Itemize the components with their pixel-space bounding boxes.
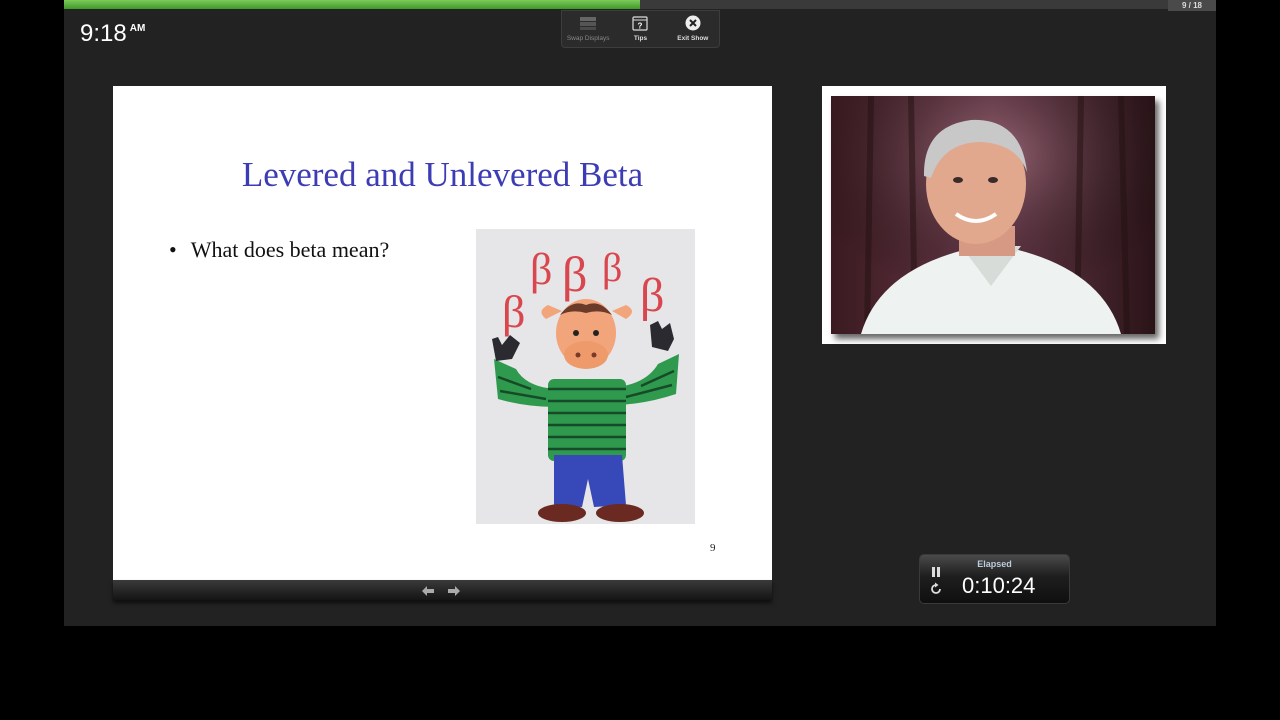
reset-icon[interactable] — [929, 582, 943, 596]
pause-icon[interactable] — [930, 565, 942, 577]
svg-text:?: ? — [638, 21, 643, 30]
svg-text:β: β — [602, 245, 622, 290]
presenter-display: 9 / 18 9:18 AM Swap Displays ? Tips Exit … — [64, 0, 1216, 626]
timer-label: Elapsed — [977, 559, 1012, 569]
bullet-text: What does beta mean? — [190, 237, 390, 262]
svg-text:β: β — [530, 245, 552, 294]
swap-displays-label: Swap Displays — [566, 35, 610, 42]
current-slide: Levered and Unlevered Beta • What does be… — [113, 86, 772, 580]
prev-arrow-icon — [422, 586, 434, 596]
slide-progress-bar — [64, 0, 1216, 9]
timer-value: 0:10:24 — [962, 573, 1036, 598]
clock-ampm: AM — [129, 23, 146, 34]
tips-icon: ? — [632, 15, 649, 31]
exit-show-label: Exit Show — [677, 35, 709, 42]
tips-label: Tips — [633, 35, 648, 42]
svg-text:β: β — [640, 269, 664, 322]
slide-navigation-bar — [113, 580, 772, 600]
swap-displays-button[interactable]: Swap Displays — [562, 11, 614, 47]
clock-time: 9:18 — [80, 20, 127, 47]
svg-text:β: β — [562, 246, 587, 302]
prev-slide-button[interactable] — [421, 584, 435, 596]
exit-show-icon — [685, 15, 701, 31]
presenter-toolbar: Swap Displays ? Tips Exit Show — [561, 10, 720, 48]
current-time: 9:18 AM — [80, 20, 145, 48]
next-arrow-icon — [448, 586, 460, 596]
elapsed-timer: Elapsed 0:10:24 — [919, 554, 1070, 604]
slide-title: Levered and Unlevered Beta — [241, 155, 644, 194]
next-slide-button[interactable] — [447, 584, 461, 596]
slide-counter: 9 / 18 — [1168, 0, 1216, 11]
slide-bullet: • What does beta mean? — [169, 237, 389, 263]
exit-show-button[interactable]: Exit Show — [667, 11, 719, 47]
bullet-dot: • — [169, 237, 177, 262]
slide-progress-fill — [64, 0, 640, 9]
presenter-video — [831, 96, 1155, 334]
cow-beta-drawing: β β β β β — [476, 229, 695, 524]
slide-page-number: 9 — [710, 542, 716, 554]
svg-text:β: β — [502, 286, 525, 337]
presenter-video-frame — [822, 86, 1166, 344]
tips-button[interactable]: ? Tips — [614, 11, 666, 47]
swap-displays-icon — [579, 15, 597, 31]
